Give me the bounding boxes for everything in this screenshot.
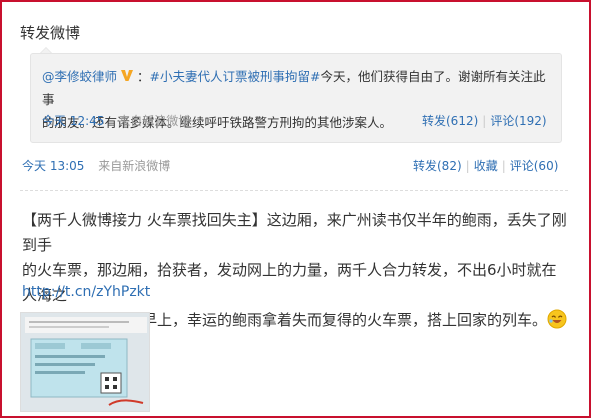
author-link[interactable]: @李修蛟律师 — [42, 69, 117, 84]
status-repost-link[interactable]: 转发(82) — [413, 159, 462, 173]
hashtag-link[interactable]: #小夫妻代人订票被刑事拘留# — [150, 69, 321, 84]
verified-v-icon — [121, 70, 134, 81]
quote-pointer-inner — [41, 48, 51, 53]
status-favorite-link[interactable]: 收藏 — [474, 159, 498, 173]
status-time-link[interactable]: 今天 13:05 — [22, 159, 84, 173]
quote-time-link[interactable]: 今天 12:45 — [42, 114, 104, 128]
short-url-text[interactable]: http://t.cn/zYhPzkt — [22, 284, 150, 300]
quote-comment-link[interactable]: 评论(192) — [490, 114, 546, 128]
author-colon: ： — [137, 69, 150, 84]
status-actions: 转发(82) | 收藏 | 评论(60) — [413, 159, 559, 173]
short-url-link[interactable]: http://t.cn/zYhPzkt — [22, 284, 150, 300]
ticket-photo-icon — [21, 313, 149, 411]
status-comment-link[interactable]: 评论(60) — [510, 159, 559, 173]
laughing-face-emoji-icon — [547, 309, 567, 329]
status-meta: 今天 13:05 来自新浪微博 — [22, 157, 170, 174]
quote-repost-link[interactable]: 转发(612) — [422, 114, 478, 128]
post-thumbnail-image[interactable] — [20, 312, 150, 412]
section-title: 转发微博 — [20, 24, 81, 42]
quote-meta: 今天 12:45 来自新浪微博 — [42, 112, 190, 129]
quote-source-link[interactable]: 来自新浪微博 — [118, 114, 190, 128]
divider — [20, 190, 568, 191]
quote-actions: 转发(612) | 评论(192) — [422, 114, 547, 128]
post-line1: 【两千人微博接力 火车票找回失主】这边厢，来广州读书仅半年的鲍雨，丢失了刚到手 — [22, 211, 567, 254]
status-source-link[interactable]: 来自新浪微博 — [98, 159, 170, 173]
